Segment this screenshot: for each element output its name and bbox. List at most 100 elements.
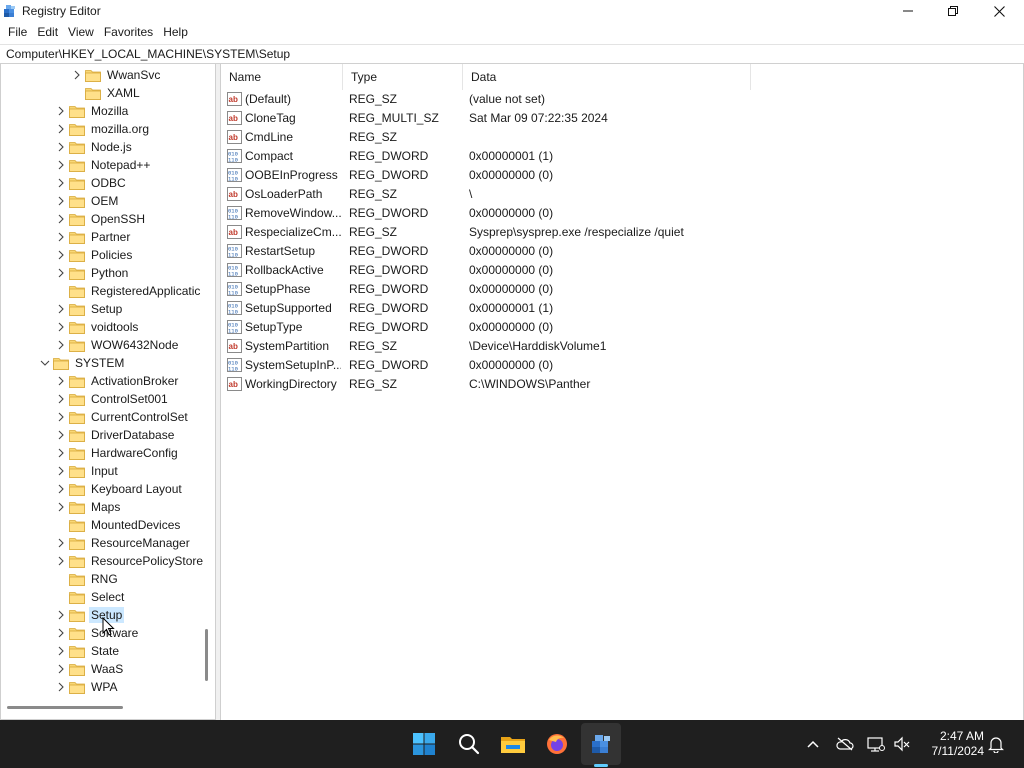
chevron-right-icon[interactable]: [57, 142, 65, 152]
tree-expander[interactable]: [53, 426, 69, 444]
chevron-right-icon[interactable]: [57, 430, 65, 440]
chevron-right-icon[interactable]: [73, 70, 81, 80]
tree-item[interactable]: Keyboard Layout: [53, 480, 184, 498]
tree-expander[interactable]: [53, 444, 69, 462]
menu-file[interactable]: File: [3, 22, 32, 42]
value-row[interactable]: ab RespecializeCm... REG_SZ Sysprep\sysprep…: [221, 223, 1021, 242]
tree-item[interactable]: RegisteredApplicatic: [53, 282, 202, 300]
menu-help[interactable]: Help: [158, 22, 193, 42]
value-row[interactable]: 010 110 SetupType REG_DWORD 0x00000000 (0): [221, 318, 1021, 337]
tree-item[interactable]: Software: [53, 624, 140, 642]
chevron-right-icon[interactable]: [57, 340, 65, 350]
tree-horizontal-scrollbar[interactable]: [7, 706, 123, 709]
tree-item[interactable]: voidtools: [53, 318, 140, 336]
registry-editor-taskbar-button[interactable]: [587, 730, 615, 758]
tree-item[interactable]: Setup: [53, 300, 124, 318]
minimize-button[interactable]: [885, 0, 931, 22]
chevron-right-icon[interactable]: [57, 466, 65, 476]
tree-item[interactable]: WaaS: [53, 660, 125, 678]
tree-item[interactable]: Node.js: [53, 138, 134, 156]
menu-edit[interactable]: Edit: [32, 22, 63, 42]
tree-item[interactable]: ResourcePolicyStore: [53, 552, 205, 570]
tree-expander[interactable]: [53, 228, 69, 246]
chevron-right-icon[interactable]: [57, 304, 65, 314]
value-row[interactable]: 010 110 OOBEInProgress REG_DWORD 0x00000000 …: [221, 166, 1021, 185]
value-row[interactable]: 010 110 SetupPhase REG_DWORD 0x00000000 (0): [221, 280, 1021, 299]
tree-expander[interactable]: [53, 192, 69, 210]
chevron-right-icon[interactable]: [57, 214, 65, 224]
chevron-right-icon[interactable]: [57, 538, 65, 548]
tree-item[interactable]: DriverDatabase: [53, 426, 176, 444]
tree-expander[interactable]: [53, 462, 69, 480]
chevron-right-icon[interactable]: [57, 376, 65, 386]
tree-item[interactable]: Python: [53, 264, 130, 282]
tree-expander[interactable]: [53, 318, 69, 336]
tree-item[interactable]: Input: [53, 462, 120, 480]
value-row[interactable]: ab CloneTag REG_MULTI_SZ Sat Mar 09 07:22:3…: [221, 109, 1021, 128]
chevron-right-icon[interactable]: [57, 448, 65, 458]
tree-item[interactable]: WOW6432Node: [53, 336, 180, 354]
chevron-right-icon[interactable]: [57, 664, 65, 674]
close-button[interactable]: [976, 0, 1022, 22]
value-row[interactable]: ab WorkingDirectory REG_SZ C:\WINDOWS\Panth…: [221, 375, 1021, 394]
tree-expander[interactable]: [53, 246, 69, 264]
tree-item[interactable]: ODBC: [53, 174, 128, 192]
value-row[interactable]: 010 110 RollbackActive REG_DWORD 0x00000000 …: [221, 261, 1021, 280]
tree-expander[interactable]: [53, 210, 69, 228]
tree-item[interactable]: Policies: [53, 246, 134, 264]
tree-expander[interactable]: [53, 480, 69, 498]
tree-expander[interactable]: [53, 606, 69, 624]
registry-values-list[interactable]: Name Type Data ab (Default) REG_SZ (value n…: [220, 64, 1024, 720]
tree-expander[interactable]: [53, 498, 69, 516]
address-path[interactable]: Computer\HKEY_LOCAL_MACHINE\SYSTEM\Setup: [6, 47, 290, 61]
chevron-right-icon[interactable]: [57, 682, 65, 692]
value-row[interactable]: 010 110 Compact REG_DWORD 0x00000001 (1): [221, 147, 1021, 166]
column-header-name[interactable]: Name: [221, 64, 343, 90]
chevron-right-icon[interactable]: [57, 502, 65, 512]
firefox-button[interactable]: [543, 730, 571, 758]
chevron-right-icon[interactable]: [57, 124, 65, 134]
menu-view[interactable]: View: [63, 22, 99, 42]
tree-item[interactable]: SYSTEM: [37, 354, 126, 372]
tree-expander[interactable]: [53, 660, 69, 678]
tree-item[interactable]: WPA: [53, 678, 119, 696]
tree-item[interactable]: ControlSet001: [53, 390, 170, 408]
file-explorer-button[interactable]: [499, 730, 527, 758]
tree-expander[interactable]: [53, 678, 69, 696]
chevron-right-icon[interactable]: [57, 394, 65, 404]
tree-expander[interactable]: [53, 138, 69, 156]
search-button[interactable]: [455, 730, 483, 758]
tree-expander[interactable]: [53, 552, 69, 570]
tree-vertical-scrollbar[interactable]: [205, 629, 208, 681]
chevron-right-icon[interactable]: [57, 106, 65, 116]
chevron-right-icon[interactable]: [57, 178, 65, 188]
tree-item[interactable]: Mozilla: [53, 102, 130, 120]
chevron-down-icon[interactable]: [40, 359, 50, 367]
tree-item[interactable]: MountedDevices: [53, 516, 182, 534]
chevron-right-icon[interactable]: [57, 646, 65, 656]
tree-expander[interactable]: [53, 372, 69, 390]
value-row[interactable]: 010 110 RemoveWindow... REG_DWORD 0x00000000…: [221, 204, 1021, 223]
tree-expander[interactable]: [53, 642, 69, 660]
tree-item[interactable]: ResourceManager: [53, 534, 192, 552]
tree-item[interactable]: State: [53, 642, 121, 660]
column-header-type[interactable]: Type: [343, 64, 463, 90]
value-row[interactable]: ab (Default) REG_SZ (value not set): [221, 90, 1021, 109]
value-row[interactable]: ab SystemPartition REG_SZ \Device\HarddiskV…: [221, 337, 1021, 356]
network-tray-button[interactable]: [866, 734, 886, 754]
tree-item[interactable]: ActivationBroker: [53, 372, 180, 390]
chevron-right-icon[interactable]: [57, 160, 65, 170]
chevron-right-icon[interactable]: [57, 322, 65, 332]
tree-item[interactable]: WwanSvc: [69, 66, 162, 84]
tree-expander[interactable]: [53, 624, 69, 642]
tree-item[interactable]: Select: [53, 588, 126, 606]
tree-expander[interactable]: [53, 174, 69, 192]
tree-item[interactable]: Notepad++: [53, 156, 152, 174]
chevron-right-icon[interactable]: [57, 268, 65, 278]
tree-item[interactable]: HardwareConfig: [53, 444, 180, 462]
tree-expander[interactable]: [53, 264, 69, 282]
value-row[interactable]: ab CmdLine REG_SZ: [221, 128, 1021, 147]
tree-expander[interactable]: [53, 300, 69, 318]
chevron-right-icon[interactable]: [57, 196, 65, 206]
show-hidden-icons-button[interactable]: [803, 734, 823, 754]
